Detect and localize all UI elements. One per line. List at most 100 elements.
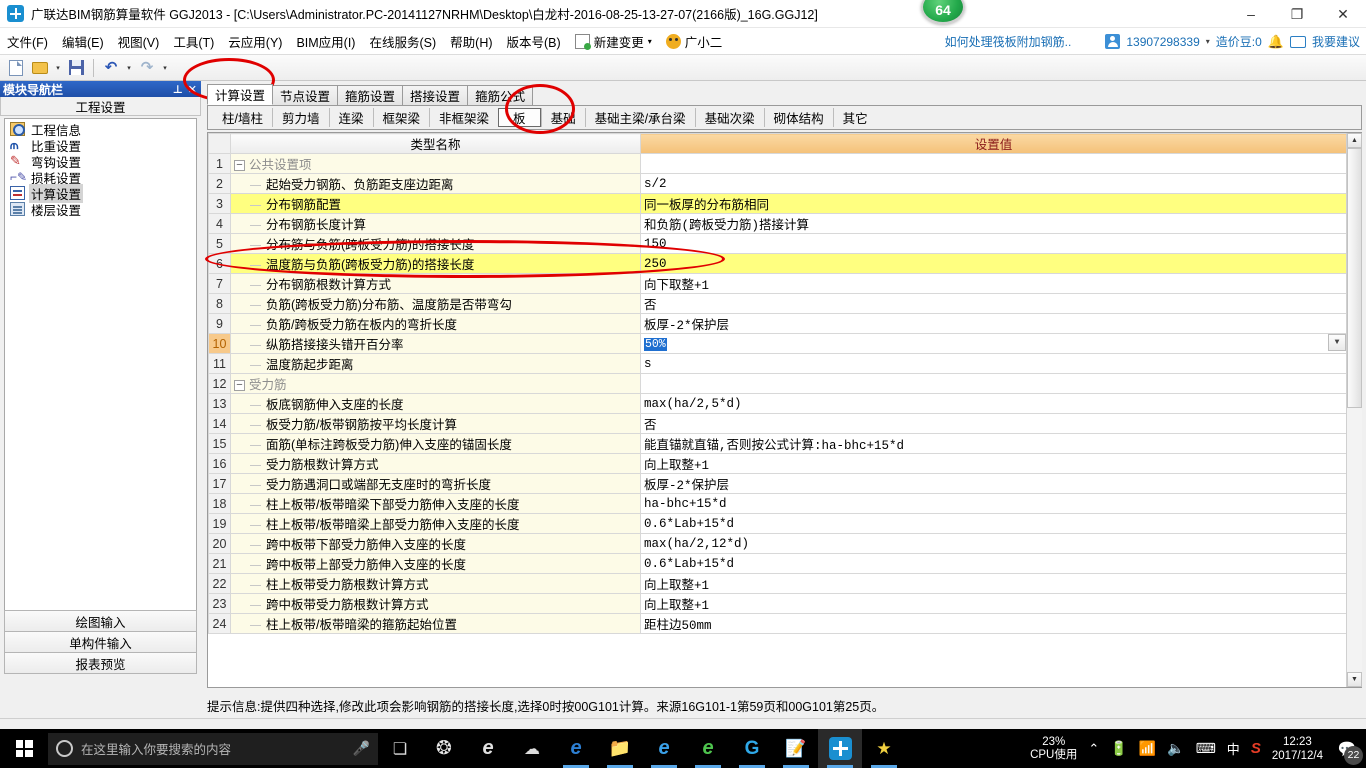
menu-file[interactable]: 文件(F)	[0, 29, 55, 54]
row-number-cell[interactable]: 2	[208, 173, 231, 194]
chevron-down-icon[interactable]: ▼	[1328, 334, 1346, 351]
table-row[interactable]: 12− 受力筋	[208, 373, 1347, 394]
table-row[interactable]: 22 柱上板带受力筋根数计算方式 向上取整+1	[208, 573, 1347, 594]
menu-cloud[interactable]: 云应用(Y)	[221, 29, 289, 54]
setting-value-cell[interactable]: max(ha/2,5*d)	[640, 393, 1347, 414]
type-name-cell[interactable]: 柱上板带/板带暗梁的箍筋起始位置	[230, 613, 641, 634]
type-name-cell[interactable]: 柱上板带受力筋根数计算方式	[230, 573, 641, 594]
table-row[interactable]: 19 柱上板带/板带暗梁上部受力筋伸入支座的长度 0.6*Lab+15*d	[208, 513, 1347, 534]
tray-expand-chevron-icon[interactable]: ⌃	[1088, 741, 1099, 757]
menu-view[interactable]: 视图(V)	[111, 29, 167, 54]
table-row[interactable]: 3 分布钢筋配置 同一板厚的分布筋相同	[208, 193, 1347, 214]
setting-value-cell[interactable]: s/2	[640, 173, 1347, 194]
row-number-cell[interactable]: 17	[208, 473, 231, 494]
menu-online-service[interactable]: 在线服务(S)	[362, 29, 443, 54]
table-row[interactable]: 8 负筋(跨板受力筋)分布筋、温度筋是否带弯勾 否	[208, 293, 1347, 314]
setting-value-cell[interactable]: 板厚-2*保护层	[640, 313, 1347, 334]
setting-value-cell[interactable]: s	[640, 353, 1347, 374]
row-number-cell[interactable]: 23	[208, 593, 231, 614]
battery-icon[interactable]: 🔋	[1110, 740, 1127, 757]
table-row[interactable]: 11 温度筋起步距离 s	[208, 353, 1347, 374]
tab-node-settings[interactable]: 节点设置	[272, 85, 339, 105]
report-preview-button[interactable]: 报表预览	[4, 652, 197, 674]
notification-center-button[interactable]: 💬 22	[1334, 736, 1363, 765]
table-row[interactable]: 10 纵筋搭接接头错开百分率 50% ▼	[208, 333, 1347, 354]
type-name-cell[interactable]: 负筋(跨板受力筋)分布筋、温度筋是否带弯勾	[230, 293, 641, 314]
collapse-toggle-icon[interactable]: −	[234, 380, 245, 392]
table-row[interactable]: 6 温度筋与负筋(跨板受力筋)的搭接长度 250	[208, 253, 1347, 274]
account-chevron-down-icon[interactable]: ▾	[1206, 37, 1210, 46]
setting-value-cell[interactable]: 向上取整+1	[640, 453, 1347, 474]
table-row[interactable]: 5 分布筋与负筋(跨板受力筋)的搭接长度 150	[208, 233, 1347, 254]
row-number-cell[interactable]: 19	[208, 513, 231, 534]
type-name-cell[interactable]: 受力筋根数计算方式	[230, 453, 641, 474]
setting-value-cell[interactable]: 向下取整+1	[640, 273, 1347, 294]
save-button[interactable]	[65, 57, 87, 79]
setting-value-cell[interactable]: 0.6*Lab+15*d	[640, 513, 1347, 534]
microphone-icon[interactable]: 🎤	[353, 740, 370, 757]
table-row[interactable]: 16 受力筋根数计算方式 向上取整+1	[208, 453, 1347, 474]
collapse-toggle-icon[interactable]: −	[234, 160, 245, 172]
task-view-button[interactable]: ❏	[378, 729, 422, 768]
setting-value-cell[interactable]: 否	[640, 413, 1347, 434]
type-name-cell[interactable]: 柱上板带/板带暗梁上部受力筋伸入支座的长度	[230, 513, 641, 534]
help-article-link[interactable]: 如何处理筏板附加钢筋..	[945, 33, 1072, 50]
type-name-cell[interactable]: 跨中板带受力筋根数计算方式	[230, 593, 641, 614]
setting-value-cell[interactable]: 向上取整+1	[640, 573, 1347, 594]
type-name-cell[interactable]: 柱上板带/板带暗梁下部受力筋伸入支座的长度	[230, 493, 641, 514]
redo-button[interactable]: ↷	[136, 57, 158, 79]
table-row[interactable]: 7 分布钢筋根数计算方式 向下取整+1	[208, 273, 1347, 294]
setting-value-cell[interactable]	[640, 153, 1347, 174]
row-number-cell[interactable]: 13	[208, 393, 231, 414]
tab-calc-settings[interactable]: 计算设置	[207, 84, 274, 105]
taskbar-app-help-doc-icon[interactable]: ★	[862, 729, 906, 768]
table-row[interactable]: 23 跨中板带受力筋根数计算方式 向上取整+1	[208, 593, 1347, 614]
setting-value-cell[interactable]	[640, 373, 1347, 394]
setting-value-cell[interactable]: 距柱边50mm	[640, 613, 1347, 634]
taskbar-app-ie-grey-icon[interactable]: e	[466, 729, 510, 768]
row-number-cell[interactable]: 7	[208, 273, 231, 294]
setting-value-cell[interactable]: 和负筋(跨板受力筋)搭接计算	[640, 213, 1347, 234]
undo-dropdown-caret-icon[interactable]: ▾	[124, 64, 134, 72]
scrollbar-thumb[interactable]	[1347, 148, 1362, 408]
type-name-cell[interactable]: − 公共设置项	[230, 153, 641, 174]
taskbar-app-fan-icon[interactable]: ❂	[422, 729, 466, 768]
row-number-cell[interactable]: 14	[208, 413, 231, 434]
ime-mode-indicator[interactable]: 中	[1227, 739, 1240, 758]
tab-coupling-beam[interactable]: 连梁	[328, 108, 373, 127]
type-name-cell[interactable]: 受力筋遇洞口或端部无支座时的弯折长度	[230, 473, 641, 494]
sidebar-item-floor-settings[interactable]: 楼层设置	[5, 201, 196, 218]
table-row[interactable]: 1− 公共设置项	[208, 153, 1347, 174]
tab-foundation-main-beam[interactable]: 基础主梁/承台梁	[584, 108, 695, 127]
sogou-input-icon[interactable]: S	[1251, 740, 1261, 757]
tab-other[interactable]: 其它	[832, 108, 877, 127]
bell-icon[interactable]: 🔔	[1268, 34, 1284, 49]
row-number-cell[interactable]: 9	[208, 313, 231, 334]
tab-non-frame-beam[interactable]: 非框架梁	[429, 108, 498, 127]
redo-dropdown-caret-icon[interactable]: ▾	[160, 64, 170, 72]
undo-button[interactable]: ↶	[100, 57, 122, 79]
suggest-link[interactable]: 我要建议	[1312, 33, 1360, 50]
row-number-cell[interactable]: 16	[208, 453, 231, 474]
table-row[interactable]: 13 板底钢筋伸入支座的长度 max(ha/2,5*d)	[208, 393, 1347, 414]
tab-foundation-secondary-beam[interactable]: 基础次梁	[694, 108, 764, 127]
setting-value-cell[interactable]: 向上取整+1	[640, 593, 1347, 614]
setting-value-cell[interactable]: 能直锚就直锚,否则按公式计算:ha-bhc+15*d	[640, 433, 1347, 454]
wifi-icon[interactable]: 📶	[1139, 740, 1156, 757]
taskbar-search-box[interactable]: 在这里输入你要搜索的内容 🎤	[48, 732, 378, 765]
setting-value-cell[interactable]: 板厚-2*保护层	[640, 473, 1347, 494]
row-number-cell[interactable]: 4	[208, 213, 231, 234]
row-number-cell[interactable]: 15	[208, 433, 231, 454]
open-dropdown-caret-icon[interactable]: ▾	[53, 64, 63, 72]
taskbar-app-green-browser-icon[interactable]: e	[686, 729, 730, 768]
setting-value-cell[interactable]: 否	[640, 293, 1347, 314]
type-name-cell[interactable]: 温度筋与负筋(跨板受力筋)的搭接长度	[230, 253, 641, 274]
row-number-cell[interactable]: 12	[208, 373, 231, 394]
type-name-cell[interactable]: 温度筋起步距离	[230, 353, 641, 374]
assistant-button[interactable]: 广小二	[659, 29, 730, 54]
taskbar-app-ggj-icon[interactable]	[818, 729, 862, 768]
close-button[interactable]: ✕	[1320, 0, 1366, 28]
type-name-cell[interactable]: 分布钢筋配置	[230, 193, 641, 214]
row-number-cell[interactable]: 11	[208, 353, 231, 374]
pin-icon[interactable]: ⊥	[173, 83, 183, 96]
